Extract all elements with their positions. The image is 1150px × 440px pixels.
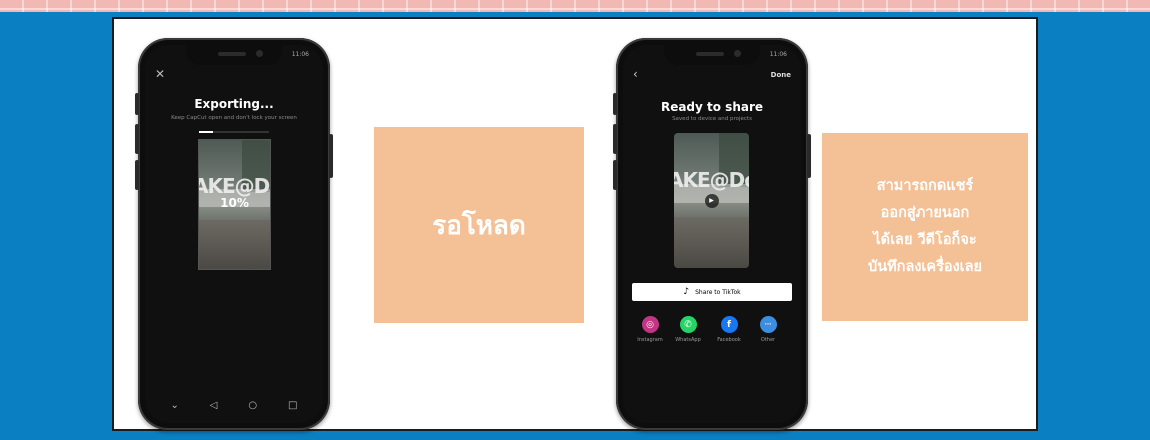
export-percent: 10% (220, 196, 249, 210)
caption-share-line: สามารถกดแชร์ (876, 178, 974, 194)
phone-volume-button (135, 93, 139, 115)
tiktok-icon: ♪ (683, 287, 690, 297)
phone-volume-button (613, 160, 617, 190)
share-app-facebook[interactable]: f Facebook (714, 316, 744, 343)
export-progress-fill (199, 131, 213, 133)
video-preview[interactable]: AKE@Dome ▶ (674, 133, 749, 268)
phone-power-button (329, 134, 333, 178)
caption-box-share: สามารถกดแชร์ ออกสู่ภายนอก ได้เลย วีดีโอก… (822, 133, 1028, 321)
thumbnail-ground (199, 219, 270, 269)
whatsapp-icon: ✆ (679, 316, 697, 333)
caption-share-line: ได้เลย วีดีโอก็จะ (873, 232, 977, 248)
share-subtitle: Saved to device and projects (672, 116, 752, 122)
android-nav-bar: ⌄ ◁ ○ □ (145, 395, 323, 415)
caption-waiting: รอโหลด (432, 210, 526, 241)
front-camera (256, 50, 263, 57)
play-icon[interactable]: ▶ (704, 193, 719, 208)
share-app-other[interactable]: ··· Other (753, 316, 783, 343)
status-time: 11:06 (291, 51, 309, 58)
caption-box-waiting: รอโหลด (374, 127, 584, 323)
phone-volume-button (135, 124, 139, 154)
phone-exporting: 11:06 ✕ Exporting... Keep CapCut open an… (135, 38, 333, 430)
export-progress-bar (199, 131, 269, 133)
phone-notch (664, 45, 760, 65)
phone-volume-button (135, 160, 139, 190)
share-app-instagram[interactable]: ◎ Instagram (635, 316, 665, 343)
thumbnail-ground (674, 216, 749, 268)
more-icon: ··· (759, 316, 777, 333)
video-thumbnail: AKE@Dome 10% (198, 139, 271, 270)
phone-volume-button (613, 93, 617, 115)
share-app-label: Other (760, 337, 776, 343)
share-app-label: Facebook (717, 337, 741, 343)
done-button[interactable]: Done (771, 71, 791, 79)
phone-ready-to-share: 11:06 ‹ Done Ready to share Saved to dev… (613, 38, 811, 430)
share-app-label: Instagram (637, 337, 663, 343)
share-title: Ready to share (660, 100, 764, 114)
phone-notch (186, 45, 282, 65)
caption-share-line: ออกสู่ภายนอก (880, 205, 970, 221)
instagram-icon: ◎ (641, 316, 659, 333)
speaker-grille (218, 52, 246, 56)
speaker-grille (696, 52, 724, 56)
share-to-tiktok-label: Share to TikTok (695, 288, 741, 296)
recents-icon[interactable]: □ (288, 400, 297, 411)
caption-share-line: บันทึกลงเครื่องเลย (868, 259, 982, 275)
facebook-icon: f (720, 316, 738, 333)
back-icon[interactable]: ◁ (210, 400, 218, 411)
share-app-whatsapp[interactable]: ✆ WhatsApp (673, 316, 703, 343)
share-screen: 11:06 ‹ Done Ready to share Saved to dev… (623, 45, 801, 423)
status-time: 11:06 (769, 51, 787, 58)
export-subtitle: Keep CapCut open and don't lock your scr… (171, 115, 297, 121)
thumbnail-sign-text: AKE@Dome (674, 168, 749, 193)
back-chevron-icon[interactable]: ‹ (633, 67, 638, 81)
home-icon[interactable]: ○ (248, 400, 257, 411)
exporting-screen: 11:06 ✕ Exporting... Keep CapCut open an… (145, 45, 323, 423)
export-title: Exporting... (194, 97, 274, 111)
share-to-tiktok-button[interactable]: ♪ Share to TikTok (632, 283, 792, 301)
chevron-down-icon[interactable]: ⌄ (170, 400, 178, 411)
share-app-label: WhatsApp (675, 337, 701, 343)
thumbnail-sign-text: AKE@Dome (198, 173, 270, 198)
front-camera (734, 50, 741, 57)
phone-power-button (807, 134, 811, 178)
close-icon[interactable]: ✕ (155, 67, 165, 81)
phone-volume-button (613, 124, 617, 154)
